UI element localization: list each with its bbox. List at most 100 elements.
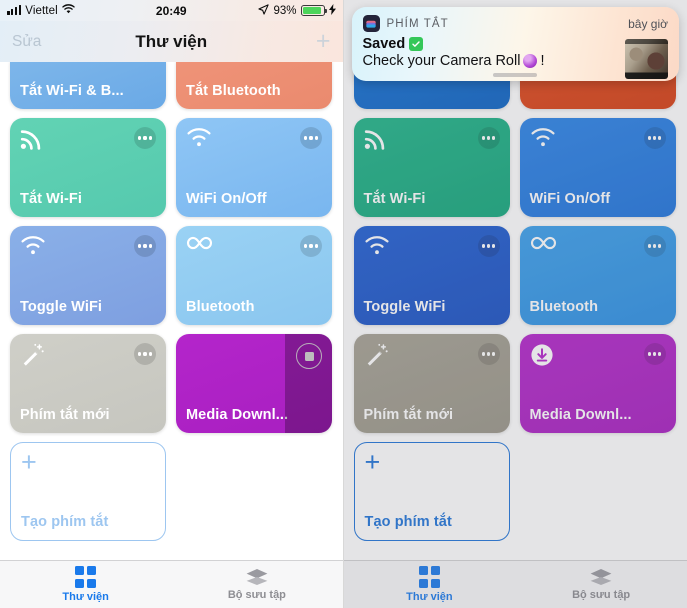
shortcut-tile[interactable]: Tắt Bluetooth: [176, 61, 332, 109]
grid-icon: [418, 566, 441, 588]
add-shortcut-button[interactable]: +: [316, 29, 331, 54]
tab-library[interactable]: Thư viện: [0, 561, 171, 608]
more-options-button[interactable]: [643, 343, 666, 365]
wand-icon: [364, 343, 389, 367]
phone-screen-left: Viettel 20:49 93% Sửa Thư viện + Tắt Wi-…: [0, 0, 344, 608]
download-icon: [530, 343, 554, 367]
shortcut-tile[interactable]: Toggle WiFi: [10, 226, 166, 325]
shortcut-tile[interactable]: Tắt Wi-Fi & B...: [10, 61, 166, 109]
more-options-button[interactable]: [134, 343, 156, 365]
shortcut-tile-top: [186, 235, 322, 257]
tab-label: Thư viện: [406, 590, 453, 603]
shortcut-tile[interactable]: Media Downl...: [519, 334, 676, 433]
notification-header: PHÍM TẮT bây giờ: [362, 15, 668, 32]
shortcut-tile-top: [364, 343, 500, 367]
shortcut-tile-top: [20, 127, 156, 150]
tab-gallery[interactable]: Bộ sưu tập: [515, 561, 687, 608]
notification-message-suffix: !: [540, 53, 545, 69]
shortcut-tile-top: [20, 235, 156, 257]
shortcut-tile-top: [20, 343, 156, 367]
more-options-button[interactable]: [300, 235, 322, 257]
shortcut-tile-label: Phím tắt mới: [20, 407, 110, 424]
create-shortcut-label: Tạo phím tắt: [21, 514, 109, 531]
shortcut-tile[interactable]: Tắt Wi-Fi: [353, 118, 510, 217]
shortcut-tile[interactable]: Phím tắt mới: [10, 334, 166, 433]
location-arrow-icon: [258, 3, 270, 18]
shortcut-tile-top: [530, 343, 666, 367]
notification-thumbnail[interactable]: [625, 39, 668, 79]
status-bar: Viettel 20:49 93%: [0, 0, 343, 21]
plus-icon: +: [364, 447, 381, 477]
shortcuts-grid-left: Tắt Wi-Fi & B... Tắt Bluetooth Tắt Wi-Fi Wi…: [0, 61, 343, 541]
shortcut-tile-label: Tắt Wi-Fi: [20, 191, 82, 208]
shortcut-tile[interactable]: WiFi On/Off: [176, 118, 332, 217]
shortcut-tile[interactable]: Media Downl...: [176, 334, 332, 433]
tab-bar-right: Thư viện Bộ sưu tập: [343, 560, 687, 608]
page-title: Thư viện: [135, 31, 208, 51]
notification-banner[interactable]: PHÍM TẮT bây giờ Saved Check your Camera…: [351, 7, 679, 81]
create-shortcut-tile[interactable]: + Tạo phím tắt: [353, 442, 510, 541]
shortcut-tile-top: [364, 127, 500, 150]
create-shortcut-label: Tạo phím tắt: [364, 514, 452, 531]
shortcut-tile-label: Bluetooth: [186, 299, 255, 316]
status-bar-right: 93%: [258, 3, 336, 18]
shortcut-tile[interactable]: Phím tắt mới: [353, 334, 510, 433]
more-options-button[interactable]: [134, 235, 156, 257]
shortcut-tile-label: Toggle WiFi: [363, 299, 446, 316]
shortcut-tile-label: Bluetooth: [529, 299, 599, 316]
notification-body: Saved Check your Camera Roll !: [363, 36, 669, 69]
shortcut-tile-label: WiFi On/Off: [529, 191, 611, 208]
tab-label: Bộ sưu tập: [227, 589, 286, 601]
tab-library[interactable]: Thư viện: [344, 561, 516, 608]
layers-icon: [589, 568, 613, 586]
more-options-button[interactable]: [134, 127, 156, 149]
rss-icon: [20, 127, 44, 150]
more-options-button[interactable]: [477, 127, 500, 149]
wifi-icon: [530, 127, 556, 147]
layers-icon: [245, 568, 269, 586]
shortcut-tile[interactable]: Tắt Wi-Fi: [10, 118, 166, 217]
shortcut-tile-label: Media Downl...: [529, 407, 632, 424]
notification-drag-handle[interactable]: [493, 73, 538, 77]
more-options-button[interactable]: [300, 127, 322, 149]
more-options-button[interactable]: [477, 343, 500, 365]
notification-app-name: PHÍM TẮT: [386, 17, 449, 30]
shortcuts-scroll-area-right[interactable]: Tắt Wi-Fi WiFi On/Off Toggle WiFi Bluetooth…: [343, 61, 687, 588]
shortcuts-app-icon: [362, 15, 380, 32]
shortcut-tile-label: Phím tắt mới: [363, 407, 454, 424]
shortcut-tile[interactable]: WiFi On/Off: [519, 118, 676, 217]
notification-time: bây giờ: [628, 16, 668, 31]
wand-icon: [20, 343, 45, 367]
more-options-button[interactable]: [643, 127, 666, 149]
more-options-button[interactable]: [643, 235, 666, 257]
navigation-bar: Sửa Thư viện +: [0, 21, 343, 62]
shortcut-tile-label: Tắt Wi-Fi & B...: [20, 83, 124, 100]
shortcuts-grid-right: Tắt Wi-Fi WiFi On/Off Toggle WiFi Bluetooth…: [344, 61, 687, 541]
notification-title-row: Saved: [363, 36, 611, 52]
shortcut-tile-label: Tắt Wi-Fi: [363, 191, 426, 208]
crystal-ball-icon: [523, 54, 538, 68]
shortcut-tile-top: [186, 127, 322, 149]
create-shortcut-tile[interactable]: + Tạo phím tắt: [10, 442, 166, 541]
dual-screenshot-stage: Viettel 20:49 93% Sửa Thư viện + Tắt Wi-…: [0, 0, 687, 608]
infinity-icon: [530, 235, 557, 251]
shortcut-tile-top: [530, 127, 666, 149]
tab-gallery[interactable]: Bộ sưu tập: [171, 561, 342, 608]
shortcut-tile[interactable]: Bluetooth: [176, 226, 332, 325]
shortcut-tile-label: WiFi On/Off: [186, 191, 267, 208]
phone-screen-right: Tắt Wi-Fi WiFi On/Off Toggle WiFi Bluetooth…: [343, 0, 687, 608]
battery-icon: [300, 5, 327, 16]
more-options-button[interactable]: [477, 235, 500, 257]
battery-percent-label: 93%: [273, 4, 297, 17]
shortcut-tile[interactable]: Bluetooth: [519, 226, 676, 325]
shortcut-tile-label: Tắt Bluetooth: [186, 83, 281, 100]
shortcuts-scroll-area-left[interactable]: Tắt Wi-Fi & B... Tắt Bluetooth Tắt Wi-Fi Wi…: [0, 61, 343, 588]
shortcut-tile-label: Toggle WiFi: [20, 299, 103, 316]
tab-label: Bộ sưu tập: [572, 589, 631, 601]
wifi-icon: [20, 235, 46, 255]
notification-title: Saved: [362, 36, 406, 52]
tab-bar-left: Thư viện Bộ sưu tập: [0, 560, 343, 608]
shortcut-tile-top: [530, 235, 666, 257]
notification-message: Check your Camera Roll: [362, 53, 521, 69]
shortcut-tile[interactable]: Toggle WiFi: [353, 226, 510, 325]
